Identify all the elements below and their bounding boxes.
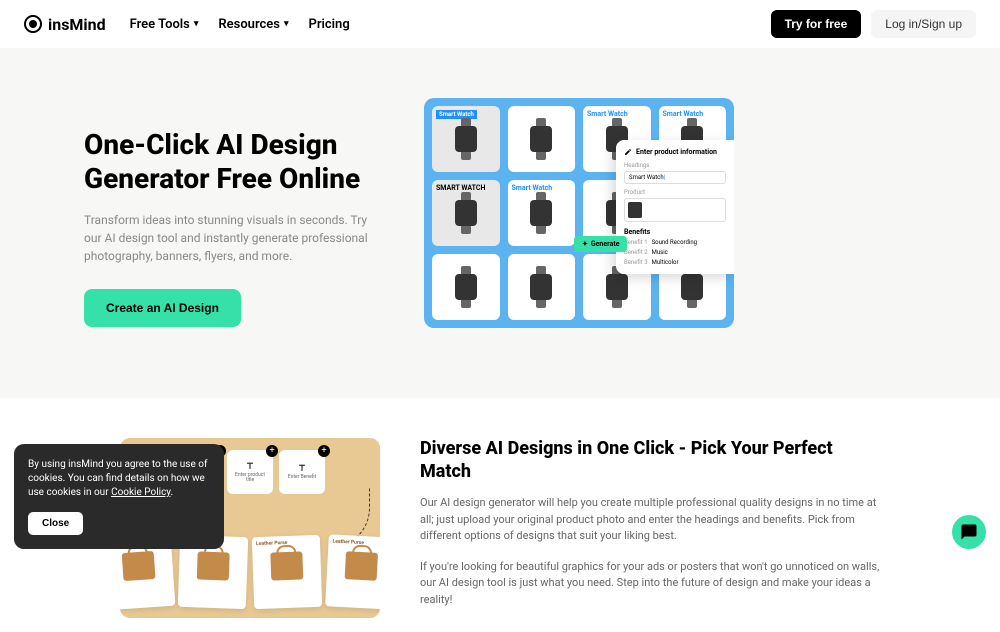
benefit-row: Benefit 1 Sound Recording <box>624 239 726 246</box>
hero-section: One-Click AI Design Generator Free Onlin… <box>0 48 1000 398</box>
product-info-panel: Enter product information Headings Smart… <box>616 140 734 274</box>
benefit3-label: Benefit 3 <box>624 259 648 266</box>
benefit1-label: Benefit 1 <box>624 239 648 246</box>
nav-resources-label: Resources <box>218 17 280 32</box>
bag-icon <box>197 551 230 580</box>
site-header: insMind Free Tools ▾ Resources ▾ Pricing… <box>0 0 1000 48</box>
bag-icon <box>345 551 378 581</box>
result-card: Leather Purse <box>252 535 322 609</box>
hero-text: One-Click AI Design Generator Free Onlin… <box>84 98 384 327</box>
hero-inner: One-Click AI Design Generator Free Onlin… <box>60 98 940 328</box>
benefit2-label: Benefit 2 <box>624 249 648 256</box>
plus-icon: + <box>318 445 330 457</box>
watch-icon <box>606 274 628 300</box>
card-label: Smart Watch <box>663 110 704 118</box>
nav-pricing[interactable]: Pricing <box>309 17 350 32</box>
logo[interactable]: insMind <box>24 15 106 34</box>
panel-title: Enter product information <box>624 148 726 156</box>
product-thumbnail-box[interactable] <box>624 198 726 222</box>
cookie-banner: By using insMind you agree to the use of… <box>14 444 224 549</box>
panel-title-text: Enter product information <box>636 148 717 156</box>
hero-image-mock: Smart Watch Smart Watch Smart Watch SMAR… <box>424 98 734 328</box>
pencil-icon <box>624 148 632 156</box>
login-signup-button[interactable]: Log in/Sign up <box>871 10 976 38</box>
chat-icon <box>960 523 978 541</box>
benefit-row: Benefit 3 Multicolor <box>624 259 726 266</box>
design-card: Smart Watch <box>432 106 500 172</box>
watch-icon <box>530 200 552 226</box>
design-card: SMART WATCH <box>432 180 500 246</box>
chat-fab-button[interactable] <box>952 515 986 549</box>
generate-button[interactable]: ✦ Generate <box>574 236 627 252</box>
watch-icon <box>455 200 477 226</box>
benefit2-value: Music <box>652 249 668 256</box>
section-inner: + + Enter product title + Enter Benefit … <box>120 438 880 622</box>
section-desc-1: Our AI design generator will help you cr… <box>420 495 880 545</box>
cookie-policy-link[interactable]: Cookie Policy <box>111 487 170 498</box>
upload-title-label: Enter product title <box>231 473 269 484</box>
plus-icon: + <box>266 445 278 457</box>
generate-label: Generate <box>591 240 620 248</box>
nav-pricing-label: Pricing <box>309 17 350 32</box>
header-right: Try for free Log in/Sign up <box>771 10 976 38</box>
watch-icon <box>681 274 703 300</box>
headings-field[interactable]: Smart Watch| <box>624 171 726 184</box>
create-design-button[interactable]: Create an AI Design <box>84 289 241 327</box>
headings-value: Smart Watch <box>629 174 664 181</box>
benefit3-value: Multicolor <box>652 259 679 266</box>
nav-resources[interactable]: Resources ▾ <box>218 17 288 32</box>
text-icon <box>245 461 255 471</box>
nav-free-tools[interactable]: Free Tools ▾ <box>130 17 199 32</box>
hero-description: Transform ideas into stunning visuals in… <box>84 211 384 265</box>
benefit-row: Benefit 2 Music <box>624 249 726 256</box>
try-for-free-button[interactable]: Try for free <box>771 10 862 38</box>
card-label: SMART WATCH <box>436 184 485 192</box>
text-icon <box>297 463 307 473</box>
watch-icon <box>455 126 477 152</box>
section-text: Diverse AI Designs in One Click - Pick Y… <box>420 438 880 622</box>
benefits-subhead: Benefits <box>624 228 726 236</box>
logo-icon <box>24 15 42 33</box>
brand-name: insMind <box>48 15 106 34</box>
card-label: Smart Watch <box>587 110 628 118</box>
benefit1-value: Sound Recording <box>652 239 697 246</box>
header-left: insMind Free Tools ▾ Resources ▾ Pricing <box>24 15 350 34</box>
main-nav: Free Tools ▾ Resources ▾ Pricing <box>130 17 350 32</box>
headings-label: Headings <box>624 162 726 169</box>
upload-title-box: + Enter product title <box>227 450 273 494</box>
cookie-close-button[interactable]: Close <box>28 512 83 535</box>
watch-icon <box>455 274 477 300</box>
section-desc-2: If you're looking for beautiful graphics… <box>420 559 880 609</box>
card-label: Smart Watch <box>512 184 553 192</box>
design-card <box>508 254 576 320</box>
chevron-down-icon: ▾ <box>284 19 289 29</box>
bag-icon <box>122 551 156 581</box>
sparkle-icon: ✦ <box>582 240 588 248</box>
product-thumb-icon <box>628 202 642 218</box>
hero-title: One-Click AI Design Generator Free Onlin… <box>84 128 384 195</box>
watch-icon <box>530 274 552 300</box>
design-card <box>508 106 576 172</box>
result-card: Leather Purse <box>325 534 380 609</box>
watch-icon <box>530 126 552 152</box>
upload-benefit-box: + Enter Benefit <box>279 450 325 494</box>
section-title: Diverse AI Designs in One Click - Pick Y… <box>420 438 880 483</box>
upload-benefit-label: Enter Benefit <box>288 475 316 481</box>
bag-icon <box>270 551 303 580</box>
card-label: Smart Watch <box>436 110 477 119</box>
cookie-period: . <box>171 487 174 498</box>
nav-free-tools-label: Free Tools <box>130 17 190 32</box>
product-label: Product <box>624 189 726 196</box>
design-card: Smart Watch <box>508 180 576 246</box>
chevron-down-icon: ▾ <box>194 19 199 29</box>
design-card <box>432 254 500 320</box>
